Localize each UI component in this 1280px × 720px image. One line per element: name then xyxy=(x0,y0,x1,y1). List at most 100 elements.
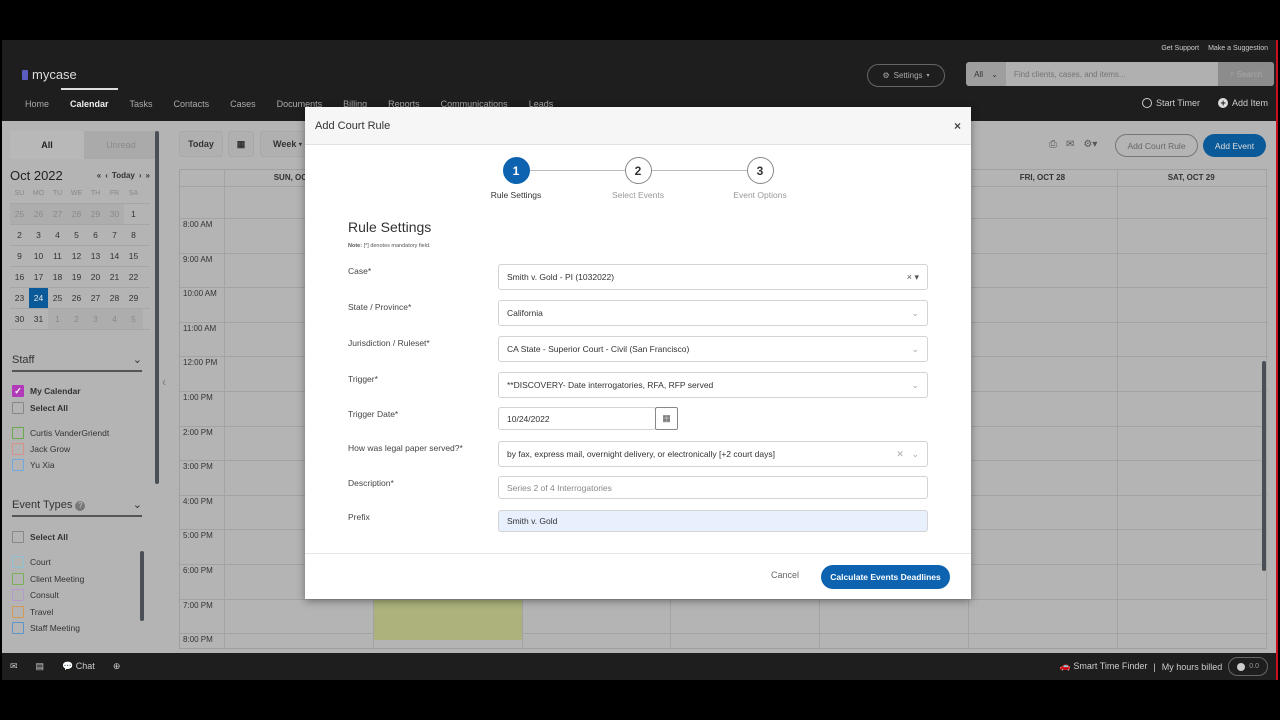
day-cell[interactable]: 21 xyxy=(105,267,124,287)
search-button[interactable]: ⌕ Search xyxy=(1218,62,1274,86)
wizard-step-2[interactable]: 2 Select Events xyxy=(588,157,688,200)
day-cell[interactable]: 3 xyxy=(86,309,105,329)
event-types-scrollbar[interactable] xyxy=(140,551,144,621)
day-cell[interactable]: 24 xyxy=(29,288,48,308)
day-cell[interactable]: 20 xyxy=(86,267,105,287)
mail-icon[interactable]: ✉ xyxy=(10,661,18,672)
smart-time-finder-button[interactable]: 🚗 Smart Time Finder xyxy=(1060,661,1148,672)
calculate-deadlines-button[interactable]: Calculate Events Deadlines xyxy=(821,565,950,589)
day-cell[interactable]: 10 xyxy=(29,246,48,266)
day-cell[interactable]: 18 xyxy=(48,267,67,287)
day-cell[interactable]: 28 xyxy=(67,204,86,224)
day-cell[interactable]: 25 xyxy=(48,288,67,308)
day-cell[interactable]: 12 xyxy=(67,246,86,266)
staff-select-all-checkbox[interactable]: Select All xyxy=(12,402,68,414)
nav-tab-home[interactable]: Home xyxy=(25,99,49,109)
event-types-section-header[interactable]: Event Types ? ⌄ xyxy=(12,498,142,517)
event-types-select-all-checkbox[interactable]: Select All xyxy=(12,531,68,543)
day-cell[interactable]: 17 xyxy=(29,267,48,287)
staff-checkbox[interactable]: Curtis VanderGriendt xyxy=(12,427,109,439)
sidebar-scrollbar[interactable] xyxy=(155,131,159,484)
calendar-settings-icon[interactable]: ⚙▾ xyxy=(1083,139,1097,150)
date-picker-button[interactable]: ▦ xyxy=(228,131,254,157)
day-cell[interactable]: 26 xyxy=(29,204,48,224)
next-month-icon[interactable]: › xyxy=(139,171,142,180)
day-cell[interactable]: 8 xyxy=(124,225,143,245)
day-cell[interactable]: 28 xyxy=(105,288,124,308)
print-icon[interactable]: ⎙ xyxy=(1049,139,1057,150)
staff-checkbox[interactable]: Jack Grow xyxy=(12,443,70,455)
prev-year-icon[interactable]: « xyxy=(97,171,101,180)
day-cell[interactable]: 27 xyxy=(86,288,105,308)
hours-billed-badge[interactable]: 0.0 xyxy=(1228,657,1268,676)
day-header[interactable]: SAT, OCT 29 xyxy=(1117,170,1266,186)
cancel-button[interactable]: Cancel xyxy=(771,570,799,580)
day-cell[interactable]: 5 xyxy=(67,225,86,245)
day-cell[interactable]: 26 xyxy=(67,288,86,308)
state-select[interactable]: California ⌄ xyxy=(498,300,928,326)
nav-tab-contacts[interactable]: Contacts xyxy=(174,99,210,109)
staff-checkbox[interactable]: Yu Xia xyxy=(12,459,55,471)
today-link[interactable]: Today xyxy=(112,171,135,180)
day-cell[interactable]: 23 xyxy=(10,288,29,308)
trigger-date-input[interactable]: 10/24/2022 xyxy=(498,407,656,430)
day-cell[interactable]: 13 xyxy=(86,246,105,266)
prefix-input[interactable]: Smith v. Gold xyxy=(498,510,928,532)
day-cell[interactable]: 1 xyxy=(48,309,67,329)
day-cell[interactable]: 4 xyxy=(48,225,67,245)
calendar-scrollbar[interactable] xyxy=(1262,361,1266,571)
collapse-sidebar-icon[interactable]: ‹ xyxy=(162,375,166,389)
day-cell[interactable]: 11 xyxy=(48,246,67,266)
next-year-icon[interactable]: » xyxy=(146,171,150,180)
day-cell[interactable]: 6 xyxy=(86,225,105,245)
jurisdiction-select[interactable]: CA State - Superior Court - Civil (San F… xyxy=(498,336,928,362)
calculator-icon[interactable]: ▤ xyxy=(36,661,45,672)
chat-button[interactable]: 💬 Chat xyxy=(62,661,95,672)
help-icon[interactable]: ? xyxy=(75,500,86,511)
start-timer-button[interactable]: Start Timer xyxy=(1141,98,1200,108)
wizard-step-1[interactable]: 1 Rule Settings xyxy=(466,157,566,200)
today-button[interactable]: Today xyxy=(179,131,223,157)
wizard-step-3[interactable]: 3 Event Options xyxy=(710,157,810,200)
service-select[interactable]: by fax, express mail, overnight delivery… xyxy=(498,441,928,467)
get-support-link[interactable]: Get Support xyxy=(1161,45,1199,52)
event-type-checkbox[interactable]: Travel xyxy=(12,605,53,618)
prev-month-icon[interactable]: ‹ xyxy=(105,171,108,180)
settings-button[interactable]: ⚙ Settings ▾ xyxy=(867,64,945,87)
day-header[interactable]: FRI, OCT 28 xyxy=(968,170,1117,186)
staff-section-header[interactable]: Staff ⌄ xyxy=(12,353,142,372)
day-cell[interactable]: 7 xyxy=(105,225,124,245)
nav-tab-tasks[interactable]: Tasks xyxy=(130,99,153,109)
view-select[interactable]: Week ▾ xyxy=(260,131,306,157)
make-suggestion-link[interactable]: Make a Suggestion xyxy=(1208,45,1268,52)
day-cell[interactable]: 1 xyxy=(124,204,143,224)
nav-tab-calendar[interactable]: Calendar xyxy=(61,88,117,109)
day-cell[interactable]: 27 xyxy=(48,204,67,224)
day-cell[interactable]: 2 xyxy=(10,225,29,245)
day-cell[interactable]: 5 xyxy=(124,309,143,329)
day-cell[interactable]: 22 xyxy=(124,267,143,287)
day-cell[interactable]: 31 xyxy=(29,309,48,329)
day-cell[interactable]: 9 xyxy=(10,246,29,266)
day-cell[interactable]: 4 xyxy=(105,309,124,329)
event-type-checkbox[interactable]: Client Meeting xyxy=(12,572,84,585)
event-block[interactable] xyxy=(373,599,522,640)
day-cell[interactable]: 29 xyxy=(124,288,143,308)
case-select[interactable]: Smith v. Gold - PI (1032022) × ▾ xyxy=(498,264,928,290)
day-cell[interactable]: 14 xyxy=(105,246,124,266)
my-calendar-checkbox[interactable]: ✓ My Calendar xyxy=(12,385,81,397)
add-item-button[interactable]: + Add Item xyxy=(1217,98,1268,108)
event-type-checkbox[interactable]: Court xyxy=(12,556,51,568)
nav-tab-cases[interactable]: Cases xyxy=(230,99,256,109)
filter-unread-tab[interactable]: Unread xyxy=(84,131,158,159)
day-cell[interactable]: 29 xyxy=(86,204,105,224)
clear-icon[interactable]: ✕ xyxy=(896,449,904,459)
day-cell[interactable]: 16 xyxy=(10,267,29,287)
event-type-checkbox[interactable]: Staff Meeting xyxy=(12,622,80,634)
day-cell[interactable]: 3 xyxy=(29,225,48,245)
add-event-button[interactable]: Add Event xyxy=(1203,134,1266,157)
day-cell[interactable]: 30 xyxy=(10,309,29,329)
day-cell[interactable]: 19 xyxy=(67,267,86,287)
day-cell[interactable]: 15 xyxy=(124,246,143,266)
event-type-checkbox[interactable]: Consult xyxy=(12,589,59,601)
